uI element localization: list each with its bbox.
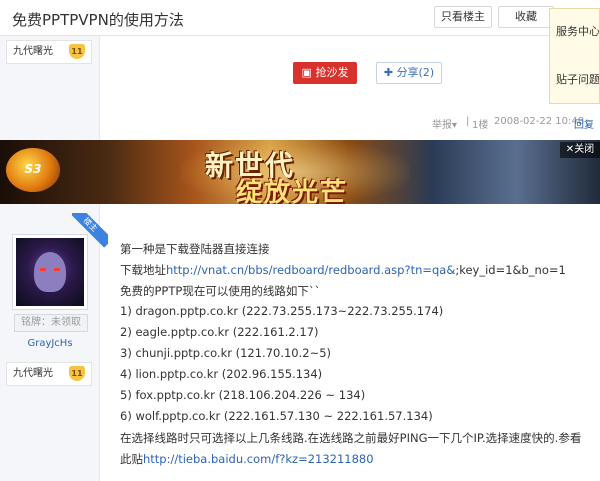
level-badge-icon: 11 bbox=[69, 44, 85, 59]
server-line-4: 4) lion.pptp.co.kr (202.96.155.134) bbox=[120, 367, 323, 381]
share-label: 分享(2) bbox=[396, 66, 435, 79]
close-label: 关闭 bbox=[574, 144, 595, 155]
server-line-2: 2) eagle.pptp.co.kr (222.161.2.17) bbox=[120, 325, 319, 339]
post-download-line: 下载地址http://vnat.cn/bbs/redboard/redboard… bbox=[120, 262, 566, 278]
nameplate-badge[interactable]: 铭牌：未领取 bbox=[14, 314, 88, 332]
reply-link[interactable]: 回复 bbox=[574, 116, 594, 131]
author-level-badge-icon: 11 bbox=[69, 366, 85, 381]
avatar[interactable] bbox=[12, 234, 88, 310]
user-level-row: 九代曙光 11 bbox=[6, 40, 92, 64]
game-logo-icon: S3 bbox=[6, 148, 60, 192]
download-label: 下载地址 bbox=[120, 263, 166, 277]
banner-headline-2: 绽放光芒 bbox=[236, 178, 349, 204]
post-ref-line: 此贴http://tieba.baidu.com/f?kz=213211880 bbox=[120, 451, 374, 467]
level-name: 九代曙光 bbox=[13, 46, 53, 57]
avatar-eye-right bbox=[54, 268, 60, 271]
download-link[interactable]: http://vnat.cn/bbs/redboard/redboard.asp… bbox=[166, 263, 455, 277]
post-time: 2008-02-22 10:48 bbox=[494, 116, 585, 127]
close-icon: ✕ bbox=[565, 144, 575, 155]
share-button[interactable]: ✚ 分享(2) bbox=[376, 62, 442, 84]
game-logo-text: S3 bbox=[24, 162, 42, 176]
service-center-link[interactable]: 服务中心订 bbox=[556, 23, 599, 39]
only-louzhu-button[interactable]: 只看楼主 bbox=[434, 6, 492, 28]
post-header: 免费PPTPVPN的使用方法 只看楼主 收藏 bbox=[0, 0, 600, 36]
chevron-down-icon: ▾ bbox=[452, 120, 458, 131]
author-username[interactable]: GrayJcHs bbox=[0, 338, 100, 349]
meta-divider: | bbox=[466, 116, 470, 127]
author-level-row: 九代曙光 11 bbox=[6, 362, 92, 386]
ref-link[interactable]: http://tieba.baidu.com/f?kz=213211880 bbox=[143, 452, 374, 466]
post-line-1: 第一种是下载登陆器直接连接 bbox=[120, 242, 270, 256]
download-link-tail: ;key_id=1&b_no=1 bbox=[455, 263, 566, 277]
avatar-image bbox=[16, 238, 84, 306]
favorite-button[interactable]: 收藏 bbox=[498, 6, 554, 28]
author-level-name: 九代曙光 bbox=[13, 368, 53, 379]
avatar-face bbox=[34, 252, 66, 292]
report-label: 举报 bbox=[432, 120, 452, 131]
server-line-5: 5) fox.pptp.co.kr (218.106.204.226 ~ 134… bbox=[120, 388, 366, 402]
banner-close-button[interactable]: ✕关闭 bbox=[560, 142, 600, 158]
post-issue-link[interactable]: 贴子问题讨 bbox=[556, 71, 599, 87]
ad-banner[interactable]: S3 新世代 绽放光芒 bbox=[0, 140, 600, 204]
server-line-3: 3) chunji.pptp.co.kr (121.70.10.2~5) bbox=[120, 346, 332, 360]
report-link[interactable]: 举报▾ bbox=[432, 116, 457, 131]
ref-label: 此贴 bbox=[120, 452, 143, 466]
avatar-eye-left bbox=[40, 268, 46, 271]
sofa-label: 抢沙发 bbox=[315, 66, 349, 79]
plus-icon: ✚ bbox=[383, 66, 394, 79]
server-line-1: 1) dragon.pptp.co.kr (222.73.255.173~222… bbox=[120, 304, 444, 318]
post-line-3: 免费的PPTP现在可以使用的线路如下`` bbox=[120, 284, 321, 298]
sofa-icon: ▣ bbox=[301, 66, 312, 79]
server-line-6: 6) wolf.pptp.co.kr (222.161.57.130 ~ 222… bbox=[120, 409, 433, 423]
grab-sofa-button[interactable]: ▣ 抢沙发 bbox=[293, 62, 357, 84]
post-note: 在选择线路时只可选择以上几条线路.在选线路之前最好PING一下几个IP.选择速度… bbox=[120, 431, 582, 445]
service-center-panel[interactable]: 服务中心订 贴子问题讨 bbox=[549, 8, 600, 104]
page-title: 免费PPTPVPN的使用方法 bbox=[12, 11, 184, 29]
floor-number: 1楼 bbox=[472, 120, 489, 131]
